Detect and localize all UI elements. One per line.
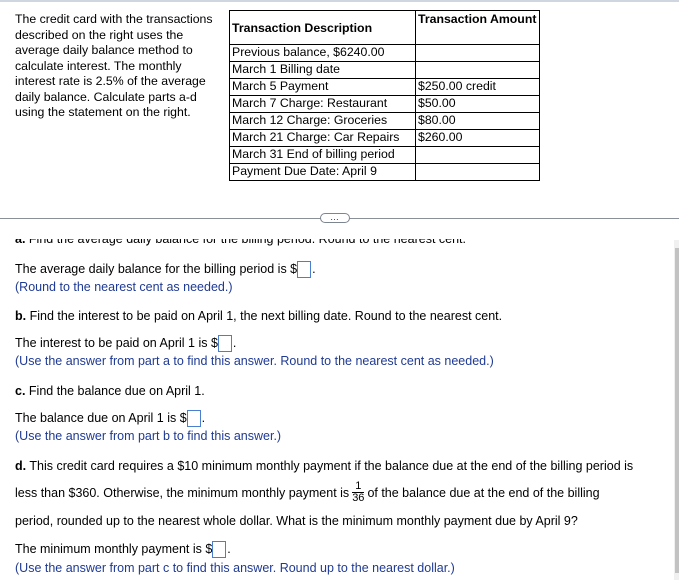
table-row: March 31 End of billing period — [229, 146, 540, 164]
answer-suffix: . — [232, 335, 237, 350]
row-amount — [415, 44, 540, 62]
part-b-label: b. — [15, 309, 27, 323]
row-amount — [415, 61, 540, 79]
part-d-answer-input[interactable] — [212, 541, 227, 558]
part-a-question-text: Find the average daily balance for the b… — [25, 239, 466, 246]
transaction-statement-table: Transaction Description Transaction Amou… — [229, 10, 540, 181]
part-b-hint: (Use the answer from part a to find this… — [15, 354, 494, 368]
row-description: March 1 Billing date — [229, 61, 416, 79]
row-amount — [415, 146, 540, 164]
part-b-answer-line: The interest to be paid on April 1 is $. — [15, 335, 665, 352]
part-d-question-text-2a: less than $360. Otherwise, the minimum m… — [15, 485, 350, 500]
part-d-question-line1: d. This credit card requires a $10 minim… — [15, 459, 665, 474]
fraction-one-thirty-sixth: 1 36 — [352, 481, 365, 504]
part-d-question-line2: less than $360. Otherwise, the minimum m… — [15, 481, 665, 505]
row-description: Previous balance, $6240.00 — [229, 44, 416, 62]
part-a-hint: (Round to the nearest cent as needed.) — [15, 280, 233, 294]
part-c-answer-input[interactable] — [186, 410, 201, 427]
row-description: March 31 End of billing period — [229, 146, 416, 164]
part-c-question-text: Find the balance due on April 1. — [25, 384, 205, 398]
row-amount: $260.00 — [415, 129, 540, 147]
part-c-answer-prefix: The balance due on April 1 is $ — [15, 410, 187, 425]
part-d-hint: (Use the answer from part c to find this… — [15, 561, 455, 575]
table-row: March 7 Charge: Restaurant $50.00 — [229, 95, 540, 113]
part-c-question: c. Find the balance due on April 1. — [15, 384, 665, 399]
row-description: March 5 Payment — [229, 78, 416, 96]
table-row: Payment Due Date: April 9 — [229, 163, 540, 181]
part-b-question: b. Find the interest to be paid on April… — [15, 309, 665, 324]
row-description: March 12 Charge: Groceries — [229, 112, 416, 130]
answer-suffix: . — [201, 410, 206, 425]
row-amount: $250.00 credit — [415, 78, 540, 96]
part-a-answer-prefix: The average daily balance for the billin… — [15, 261, 298, 276]
row-description: March 21 Charge: Car Repairs — [229, 129, 416, 147]
part-a-question: a. Find the average daily balance for th… — [15, 239, 665, 247]
header-amount: Transaction Amount — [415, 10, 540, 45]
table-row: March 5 Payment $250.00 credit — [229, 78, 540, 96]
answer-suffix: . — [312, 261, 316, 276]
row-description: March 7 Charge: Restaurant — [229, 95, 416, 113]
table-row: Previous balance, $6240.00 — [229, 44, 540, 62]
part-b-answer-input[interactable] — [217, 335, 232, 352]
part-d-question-text-2b: of the balance due at the end of the bil… — [367, 485, 600, 500]
scrollbar-thumb[interactable] — [675, 248, 679, 573]
part-d-answer-prefix: The minimum monthly payment is $ — [15, 541, 213, 556]
table-row: March 1 Billing date — [229, 61, 540, 79]
part-d-label: d. — [15, 459, 27, 473]
row-amount: $80.00 — [415, 112, 540, 130]
header-description: Transaction Description — [229, 10, 416, 45]
row-amount: $50.00 — [415, 95, 540, 113]
table-row: March 12 Charge: Groceries $80.00 — [229, 112, 540, 130]
row-amount — [415, 163, 540, 181]
row-description: Payment Due Date: April 9 — [229, 163, 416, 181]
part-a-answer-input[interactable] — [297, 261, 312, 278]
part-c-hint: (Use the answer from part b to find this… — [15, 429, 282, 443]
part-d-question-line3: period, rounded up to the nearest whole … — [15, 514, 578, 528]
part-b-answer-prefix: The interest to be paid on April 1 is $ — [15, 335, 218, 350]
expand-more-button[interactable]: … — [320, 213, 350, 223]
fraction-denominator: 36 — [352, 492, 365, 504]
part-a-answer-line: The average daily balance for the billin… — [15, 261, 665, 278]
table-header-row: Transaction Description Transaction Amou… — [229, 10, 540, 45]
part-d-question-text-1: This credit card requires a $10 minimum … — [26, 459, 634, 473]
part-a-label: a. — [15, 239, 26, 246]
part-d-answer-line: The minimum monthly payment is $. — [15, 541, 665, 558]
table-row: March 21 Charge: Car Repairs $260.00 — [229, 129, 540, 147]
problem-intro: The credit card with the transactions de… — [15, 12, 213, 119]
answer-suffix: . — [227, 541, 231, 556]
part-b-question-text: Find the interest to be paid on April 1,… — [26, 309, 503, 323]
part-c-answer-line: The balance due on April 1 is $. — [15, 410, 665, 427]
part-c-label: c. — [15, 384, 26, 398]
top-border — [0, 0, 679, 2]
